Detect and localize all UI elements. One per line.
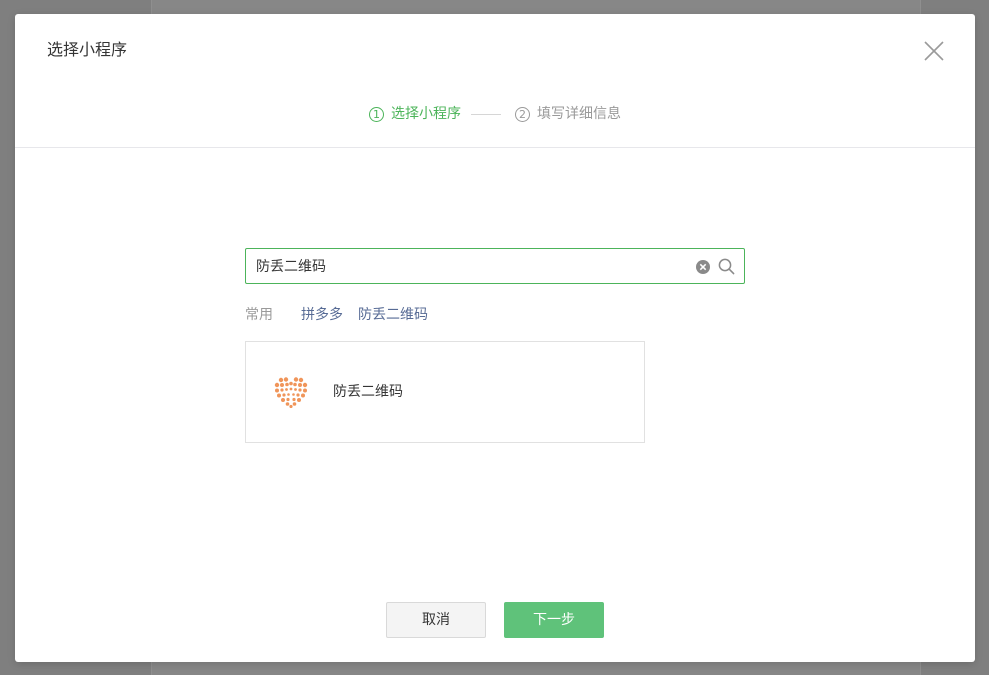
step-2: 2 填写详细信息 <box>515 104 621 124</box>
step-connector <box>471 113 501 115</box>
heart-dots-logo <box>274 377 308 408</box>
step-2-label: 填写详细信息 <box>537 106 621 122</box>
cancel-button[interactable]: 取消 <box>386 602 486 638</box>
step-indicator: 1 选择小程序 2 填写详细信息 <box>15 104 975 124</box>
search-result-item[interactable]: 防丢二维码 <box>245 341 645 443</box>
select-miniprogram-dialog: 选择小程序 1 选择小程序 2 填写详细信息 防丢二维码 常用 拼多多 防丢二维… <box>15 14 975 662</box>
step-1-number: 1 <box>369 106 384 122</box>
close-button[interactable] <box>923 40 945 62</box>
common-link-qrcode[interactable]: 防丢二维码 <box>358 305 428 325</box>
result-name: 防丢二维码 <box>333 384 403 400</box>
search-icon[interactable] <box>718 258 735 275</box>
next-step-button[interactable]: 下一步 <box>504 602 604 638</box>
common-label: 常用 <box>245 307 273 323</box>
common-link-pinduoduo[interactable]: 拼多多 <box>301 305 343 325</box>
step-1: 1 选择小程序 <box>369 104 461 124</box>
header-divider <box>15 147 975 148</box>
clear-icon[interactable] <box>696 259 710 274</box>
search-box <box>245 248 745 284</box>
close-icon <box>924 41 944 61</box>
search-input[interactable] <box>256 249 686 283</box>
common-miniprograms: 常用 拼多多 防丢二维码 <box>245 305 443 325</box>
step-2-number: 2 <box>515 106 530 122</box>
step-1-label: 选择小程序 <box>391 106 461 122</box>
dialog-title: 选择小程序 <box>47 40 128 59</box>
